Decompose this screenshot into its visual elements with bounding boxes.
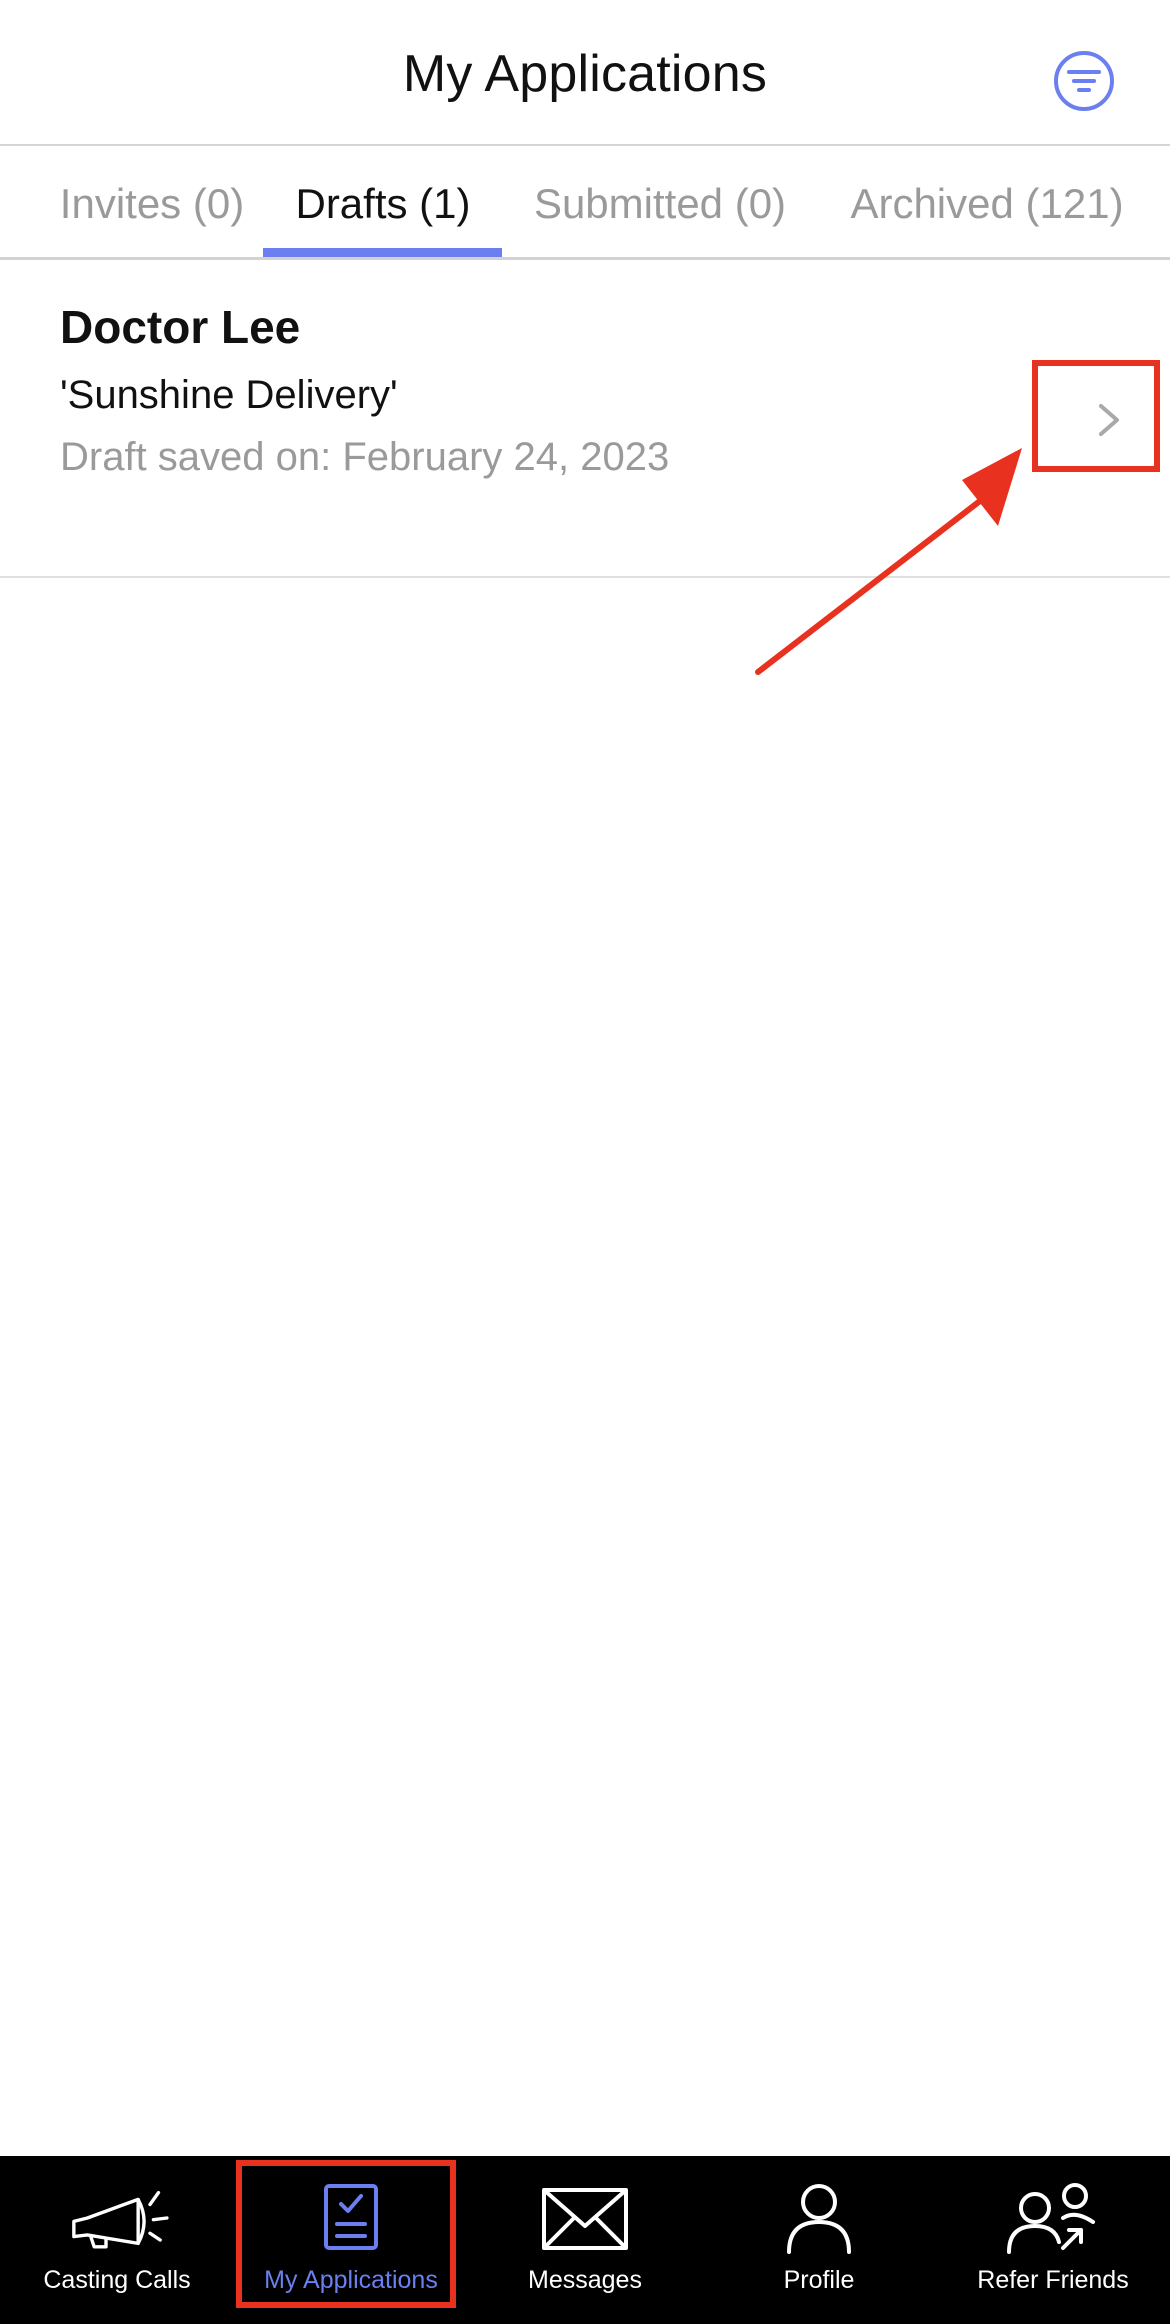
- draft-list-item[interactable]: Doctor Lee 'Sunshine Delivery' Draft sav…: [0, 262, 1170, 578]
- nav-label-refer-friends: Refer Friends: [977, 2266, 1129, 2294]
- filter-button[interactable]: [1053, 50, 1115, 112]
- nav-refer-friends[interactable]: Refer Friends: [936, 2156, 1170, 2324]
- draft-role-title: Doctor Lee: [60, 301, 301, 353]
- header-bar: My Applications: [0, 0, 1170, 146]
- filter-icon: [1054, 51, 1114, 111]
- nav-casting-calls[interactable]: Casting Calls: [0, 2156, 234, 2324]
- tab-submitted[interactable]: Submitted (0): [520, 148, 800, 260]
- people-share-icon: [1007, 2183, 1095, 2254]
- nav-messages[interactable]: Messages: [468, 2156, 702, 2324]
- my-applications-screen: My Applications Invites (0) Drafts (1) S…: [0, 0, 1170, 2324]
- clipboard-check-icon: [324, 2184, 378, 2250]
- nav-profile[interactable]: Profile: [702, 2156, 936, 2324]
- bottom-navigation: Casting Calls My Applications Messages P…: [0, 2156, 1170, 2324]
- draft-saved-date: Draft saved on: February 24, 2023: [60, 435, 670, 479]
- tab-archived[interactable]: Archived (121): [836, 148, 1138, 260]
- nav-label-messages: Messages: [528, 2266, 642, 2294]
- nav-my-applications[interactable]: My Applications: [234, 2156, 468, 2324]
- nav-label-my-applications: My Applications: [264, 2266, 438, 2294]
- megaphone-icon: [72, 2190, 169, 2249]
- chevron-right-icon: [1099, 404, 1119, 436]
- draft-project-name: 'Sunshine Delivery': [60, 373, 398, 417]
- tab-drafts[interactable]: Drafts (1): [264, 148, 502, 260]
- person-icon: [787, 2184, 851, 2254]
- active-tab-indicator: [263, 248, 502, 257]
- nav-label-profile: Profile: [783, 2266, 855, 2294]
- tab-bar: Invites (0) Drafts (1) Submitted (0) Arc…: [0, 148, 1170, 260]
- envelope-icon: [542, 2188, 628, 2250]
- tab-invites[interactable]: Invites (0): [30, 148, 274, 260]
- nav-label-casting-calls: Casting Calls: [43, 2266, 191, 2294]
- page-title: My Applications: [402, 45, 768, 103]
- open-draft-chevron[interactable]: [1095, 400, 1123, 440]
